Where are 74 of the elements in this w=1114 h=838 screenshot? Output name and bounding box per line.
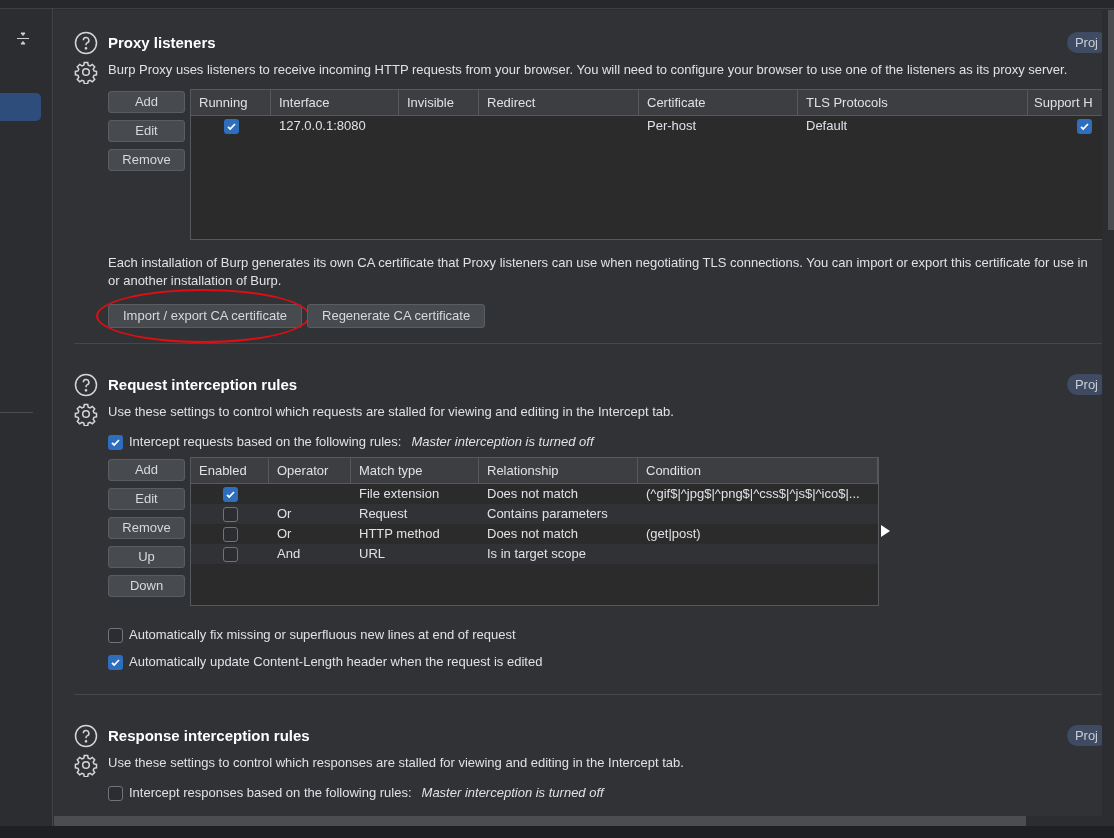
table-cell-text: Or bbox=[277, 505, 292, 524]
column-header[interactable]: Match type bbox=[351, 458, 479, 483]
checkbox[interactable] bbox=[108, 627, 123, 643]
section-description: Burp Proxy uses listeners to receive incoming HTTP requests from your browser. You will need to configure your browser to use one of the listeners as its proxy server. bbox=[108, 61, 1069, 79]
section-title: Response interception rules bbox=[108, 726, 310, 746]
table-button[interactable]: Add bbox=[108, 459, 185, 481]
table-button[interactable]: Remove bbox=[108, 517, 185, 539]
help-icon[interactable] bbox=[74, 31, 98, 55]
table-cell-text: (get|post) bbox=[646, 525, 701, 544]
table-cell-text: Does not match bbox=[487, 485, 579, 504]
checkbox[interactable] bbox=[222, 486, 238, 502]
checkbox-label: Automatically update Content-Length header when the request is edited bbox=[129, 653, 543, 672]
triangle-icon bbox=[881, 525, 890, 537]
checkbox-label: Intercept responses based on the following rules: bbox=[129, 784, 412, 803]
section-title: Proxy listeners bbox=[108, 33, 216, 53]
status-text: Master interception is turned off bbox=[421, 784, 604, 803]
table-cell-text: File extension bbox=[359, 485, 440, 504]
checkbox[interactable] bbox=[1077, 118, 1092, 134]
table-cell-text: Or bbox=[277, 525, 292, 544]
table-cell-text: Is in target scope bbox=[487, 545, 586, 564]
table-button[interactable]: Up bbox=[108, 546, 185, 568]
table-button[interactable]: Add bbox=[108, 91, 185, 113]
help-icon[interactable] bbox=[74, 724, 98, 748]
table-cell-text: URL bbox=[359, 545, 385, 564]
checkbox[interactable] bbox=[108, 654, 123, 670]
checkbox[interactable] bbox=[108, 785, 123, 801]
table-button[interactable]: Edit bbox=[108, 120, 185, 142]
column-header[interactable]: Enabled bbox=[191, 458, 269, 483]
scope-badge: Proj bbox=[1066, 725, 1102, 746]
section-title: Request interception rules bbox=[108, 375, 298, 395]
column-header[interactable]: Operator bbox=[269, 458, 351, 483]
checkbox[interactable] bbox=[222, 546, 238, 562]
table-cell-text: (^gif$|^jpg$|^png$|^css$|^js$|^ico$|... bbox=[646, 485, 860, 504]
scope-badge: Proj bbox=[1066, 32, 1102, 53]
scrollbar-thumb[interactable] bbox=[54, 816, 1026, 826]
table-button[interactable]: Down bbox=[108, 575, 185, 597]
settings-icon[interactable] bbox=[74, 753, 98, 777]
table-cell-text: And bbox=[277, 545, 301, 564]
checkbox[interactable] bbox=[108, 434, 123, 450]
column-header[interactable]: Redirect bbox=[479, 90, 639, 115]
checkbox[interactable] bbox=[222, 506, 238, 522]
collapse-icon[interactable] bbox=[16, 31, 30, 47]
settings-icon[interactable] bbox=[74, 402, 98, 426]
table-cell-text: Request bbox=[359, 505, 408, 524]
table-cell-text: Does not match bbox=[487, 525, 579, 544]
selected-item-highlight bbox=[0, 93, 41, 121]
settings-icon[interactable] bbox=[74, 60, 98, 84]
column-header[interactable]: Condition bbox=[638, 458, 878, 483]
table-cell-text: Contains parameters bbox=[487, 505, 608, 524]
column-header[interactable]: TLS Protocols bbox=[798, 90, 1028, 115]
checkbox-label: Automatically fix missing or superfluous new lines at end of request bbox=[129, 626, 516, 645]
section-description: Use these settings to control which requests are stalled for viewing and editing in the Intercept tab. bbox=[108, 403, 675, 421]
table-cell-text: 127.0.0.1:8080 bbox=[279, 117, 366, 136]
info-text: Each installation of Burp generates its own CA certificate that Proxy listeners can use when negotiating TLS connections. You can import or export this certificate for use in or another installation of Burp. bbox=[108, 254, 1089, 290]
action-button[interactable]: Import / export CA certificate bbox=[108, 304, 302, 328]
checkbox[interactable] bbox=[223, 118, 239, 134]
table-cell-text: Default bbox=[806, 117, 848, 136]
column-header[interactable]: Running bbox=[191, 90, 271, 115]
help-icon[interactable] bbox=[74, 373, 98, 397]
table-button[interactable]: Remove bbox=[108, 149, 185, 171]
column-header[interactable]: Certificate bbox=[639, 90, 798, 115]
table-cell-text: Per-host bbox=[647, 117, 697, 136]
table-button[interactable]: Edit bbox=[108, 488, 185, 510]
section-description: Use these settings to control which responses are stalled for viewing and editing in the Intercept tab. bbox=[108, 754, 685, 772]
scrollbar-thumb[interactable] bbox=[1108, 10, 1114, 230]
column-header[interactable]: Interface bbox=[271, 90, 399, 115]
checkbox[interactable] bbox=[222, 526, 238, 542]
table-cell-text: HTTP method bbox=[359, 525, 440, 544]
column-header[interactable]: Invisible bbox=[399, 90, 479, 115]
action-button[interactable]: Regenerate CA certificate bbox=[307, 304, 486, 328]
scope-badge: Proj bbox=[1066, 374, 1102, 395]
status-text: Master interception is turned off bbox=[411, 433, 594, 452]
column-header[interactable]: Relationship bbox=[479, 458, 638, 483]
checkbox-label: Intercept requests based on the following rules: bbox=[129, 433, 402, 452]
